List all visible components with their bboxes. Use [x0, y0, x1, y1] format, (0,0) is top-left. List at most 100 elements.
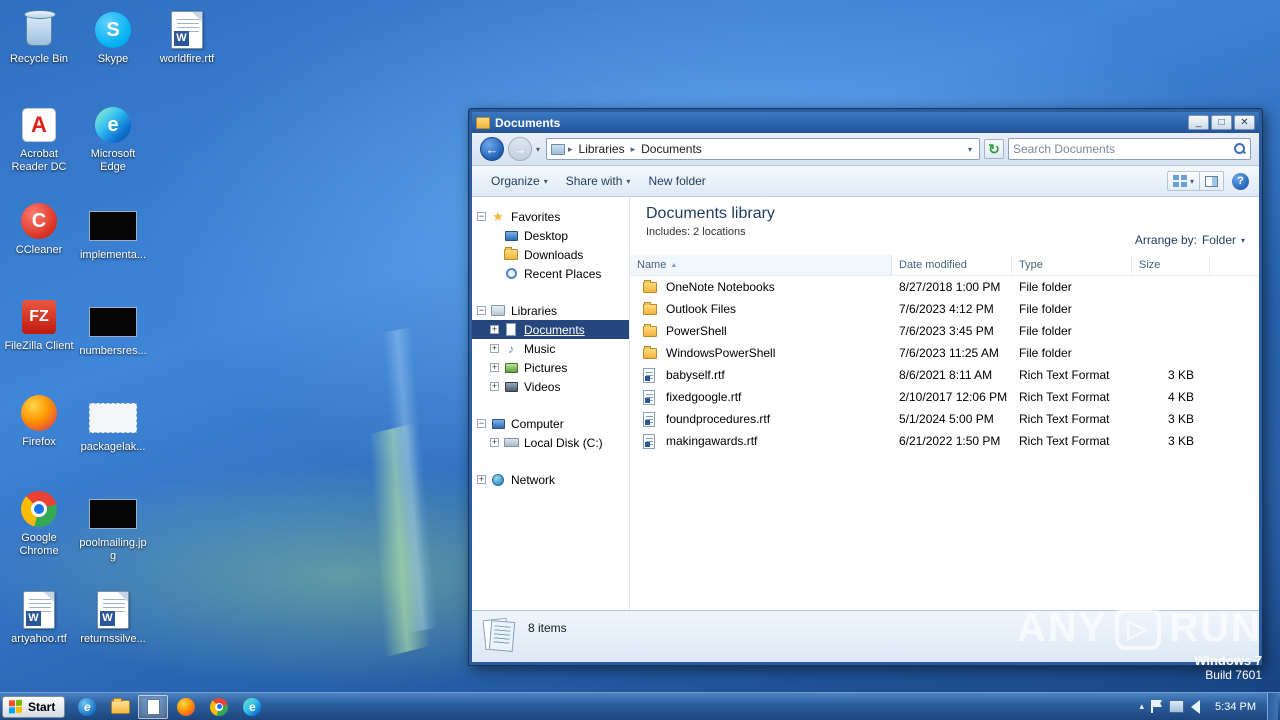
file-thumbnail-icon: [89, 403, 137, 433]
expand-icon[interactable]: +: [490, 382, 499, 391]
file-row-powershell[interactable]: PowerShell 7/6/2023 3:45 PM File folder: [630, 320, 1259, 342]
library-title: Documents library: [646, 205, 775, 222]
sidebar-item-music[interactable]: + ♪ Music: [472, 339, 629, 358]
firefox-icon: [177, 697, 196, 716]
organize-button[interactable]: Organize ▾: [482, 170, 557, 192]
recycle-bin-icon: [24, 10, 56, 46]
desktop-icon-ccleaner[interactable]: C CCleaner: [4, 201, 74, 257]
desktop-icon-edge[interactable]: e Microsoft Edge: [78, 105, 148, 174]
search-box[interactable]: [1008, 138, 1251, 160]
column-header-name[interactable]: Name ▲: [630, 255, 892, 275]
taskbar-chrome-icon[interactable]: [204, 695, 234, 719]
item-label: Recent Places: [524, 266, 602, 281]
collapse-icon[interactable]: −: [477, 419, 486, 428]
desktop-icon-returnssilve-rtf[interactable]: W returnssilve...: [78, 590, 148, 646]
column-header-date-modified[interactable]: Date modified: [892, 255, 1012, 275]
address-bar[interactable]: ▸ Libraries ▸ Documents ▾: [546, 138, 980, 160]
address-dropdown-icon[interactable]: ▾: [965, 145, 975, 154]
column-headers: Name ▲ Date modified Type Size: [630, 255, 1259, 276]
explorer-window: Documents _ □ ✕ ← → ▾ ▸ Libraries ▸ Docu…: [468, 108, 1263, 666]
item-label: Desktop: [524, 228, 569, 243]
item-label: Local Disk (C:): [524, 435, 603, 450]
file-row-fixedgoogle-rtf[interactable]: fixedgoogle.rtf 2/10/2017 12:06 PM Rich …: [630, 386, 1259, 408]
network-tray-icon[interactable]: [1169, 700, 1185, 713]
desktop-icon-numbersres[interactable]: numbersres...: [78, 302, 148, 358]
search-input[interactable]: [1013, 142, 1234, 156]
column-header-size[interactable]: Size: [1132, 255, 1210, 275]
desktop-icon-acrobat[interactable]: A Acrobat Reader DC: [4, 105, 74, 174]
file-row-windowspowershell[interactable]: WindowsPowerShell 7/6/2023 11:25 AM File…: [630, 342, 1259, 364]
file-name: babyself.rtf: [666, 368, 725, 382]
desktop-icon-worldfire-rtf[interactable]: W worldfire.rtf: [152, 10, 222, 66]
desktop-icon-packagelak[interactable]: packagelak...: [78, 398, 148, 454]
sidebar-group-computer[interactable]: − Computer: [472, 414, 629, 433]
file-list-pane: Documents library Includes: 2 locations …: [630, 197, 1259, 610]
arrange-by-control[interactable]: Arrange by: Folder ▾: [1135, 233, 1245, 247]
share-with-button[interactable]: Share with ▾: [557, 170, 640, 192]
refresh-button[interactable]: ↻: [984, 139, 1004, 159]
desktop-icon-recycle-bin[interactable]: Recycle Bin: [4, 10, 74, 66]
sidebar-item-downloads[interactable]: Downloads: [472, 245, 629, 264]
volume-icon[interactable]: [1191, 699, 1201, 714]
search-icon[interactable]: [1234, 143, 1246, 155]
file-row-foundprocedures-rtf[interactable]: foundprocedures.rtf 5/1/2024 5:00 PM Ric…: [630, 408, 1259, 430]
sidebar-item-local-disk-c[interactable]: + Local Disk (C:): [472, 433, 629, 452]
desktop-icon-filezilla[interactable]: FZ FileZilla Client: [4, 297, 74, 353]
group-label: Favorites: [511, 209, 561, 224]
start-button[interactable]: Start: [2, 695, 66, 718]
taskbar-explorer-icon[interactable]: [105, 695, 135, 719]
collapse-icon[interactable]: −: [477, 306, 486, 315]
sidebar-item-recent-places[interactable]: Recent Places: [472, 264, 629, 283]
breadcrumb-libraries[interactable]: Libraries: [576, 141, 628, 157]
preview-pane-button[interactable]: [1200, 171, 1224, 191]
file-row-babyself-rtf[interactable]: babyself.rtf 8/6/2021 8:11 AM Rich Text …: [630, 364, 1259, 386]
sidebar-group-network[interactable]: + Network: [472, 470, 629, 489]
titlebar[interactable]: Documents _ □ ✕: [472, 112, 1259, 133]
expand-icon[interactable]: +: [490, 344, 499, 353]
new-folder-button[interactable]: New folder: [639, 170, 714, 192]
file-row-outlook-files[interactable]: Outlook Files 7/6/2023 4:12 PM File fold…: [630, 298, 1259, 320]
file-row-onenote-notebooks[interactable]: OneNote Notebooks 8/27/2018 1:00 PM File…: [630, 276, 1259, 298]
expand-icon[interactable]: +: [490, 438, 499, 447]
file-row-makingawards-rtf[interactable]: makingawards.rtf 6/21/2022 1:50 PM Rich …: [630, 430, 1259, 452]
maximize-button[interactable]: □: [1211, 115, 1232, 130]
breadcrumb-documents[interactable]: Documents: [638, 141, 705, 157]
desktop-icon-implementa[interactable]: implementa...: [78, 206, 148, 262]
desktop-icon-poolmailing[interactable]: poolmailing.jpg: [78, 494, 148, 563]
back-button[interactable]: ←: [480, 137, 504, 161]
taskbar-documents-window[interactable]: [138, 694, 169, 719]
taskbar-ie-icon[interactable]: e: [72, 695, 102, 719]
arrange-by-label: Arrange by:: [1134, 233, 1197, 247]
sidebar-group-libraries[interactable]: − Libraries: [472, 301, 629, 320]
expand-icon[interactable]: +: [490, 363, 499, 372]
desktop-icon-artyahoo-rtf[interactable]: W artyahoo.rtf: [4, 590, 74, 646]
sidebar-item-pictures[interactable]: + Pictures: [472, 358, 629, 377]
minimize-button[interactable]: _: [1188, 115, 1209, 130]
close-button[interactable]: ✕: [1234, 115, 1255, 130]
sidebar-item-desktop[interactable]: Desktop: [472, 226, 629, 245]
explorer-folder-icon: [110, 697, 130, 714]
desktop-icon-label: Recycle Bin: [9, 53, 69, 65]
taskbar-edge-icon[interactable]: e: [237, 695, 267, 719]
taskbar-firefox-icon[interactable]: [171, 695, 201, 719]
open-window-icon: [146, 698, 160, 715]
sidebar-group-favorites[interactable]: − ★ Favorites: [472, 207, 629, 226]
sidebar-item-videos[interactable]: + Videos: [472, 377, 629, 396]
column-header-type[interactable]: Type: [1012, 255, 1132, 275]
desktop-icon-firefox[interactable]: Firefox: [4, 393, 74, 449]
help-button[interactable]: ?: [1232, 172, 1249, 190]
change-view-button[interactable]: ▾: [1166, 171, 1200, 191]
expand-icon[interactable]: +: [490, 325, 499, 334]
desktop-icon-chrome[interactable]: Google Chrome: [4, 489, 74, 558]
action-center-icon[interactable]: [1151, 700, 1162, 713]
taskbar-clock[interactable]: 5:34 PM: [1207, 701, 1264, 713]
expand-icon[interactable]: +: [477, 475, 486, 484]
show-desktop-button[interactable]: [1267, 692, 1278, 720]
hidden-icons-button[interactable]: ▴: [1140, 701, 1145, 712]
collapse-icon[interactable]: −: [477, 212, 486, 221]
recent-pages-dropdown-icon[interactable]: ▾: [536, 145, 540, 154]
desktop-icon-skype[interactable]: S Skype: [78, 10, 148, 66]
forward-button[interactable]: →: [508, 137, 532, 161]
window-folder-icon: [476, 116, 490, 129]
sidebar-item-documents[interactable]: + Documents: [472, 320, 629, 339]
